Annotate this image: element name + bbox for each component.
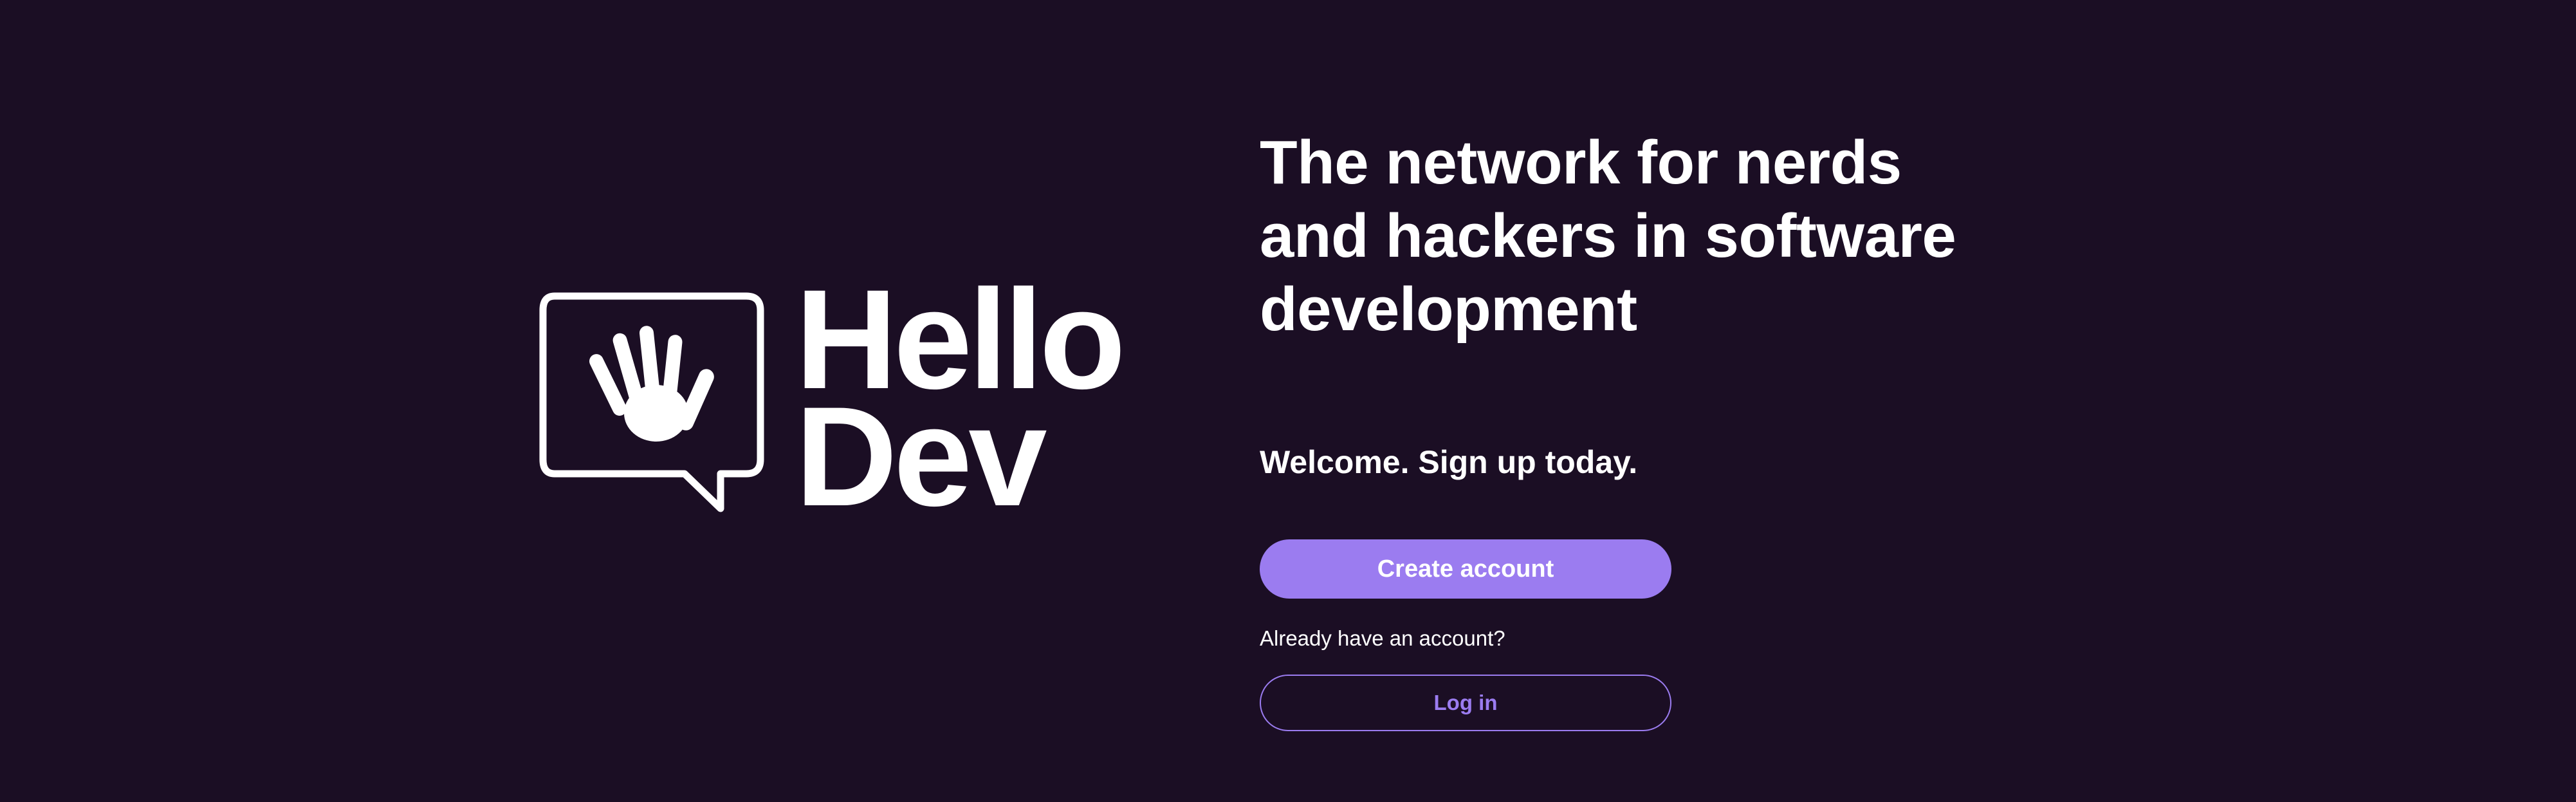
waving-hand-speech-bubble-icon [539,292,764,512]
login-button[interactable]: Log in [1260,675,1671,731]
already-have-account-text: Already have an account? [1260,626,1505,650]
welcome-text: Welcome. Sign up today. [1260,444,1638,480]
signup-panel: The network for nerds and hackers in sof… [1260,126,2032,731]
hero-headline: The network for nerds and hackers in sof… [1260,126,2032,346]
headline-line3: development [1260,275,1637,344]
create-account-button[interactable]: Create account [1260,539,1671,599]
brand-name: Hello Dev [795,268,1126,527]
brand-logo: Hello Dev [539,268,1131,533]
headline-line2: and hackers in software [1260,201,1956,270]
headline-line1: The network for nerds [1260,128,1902,197]
